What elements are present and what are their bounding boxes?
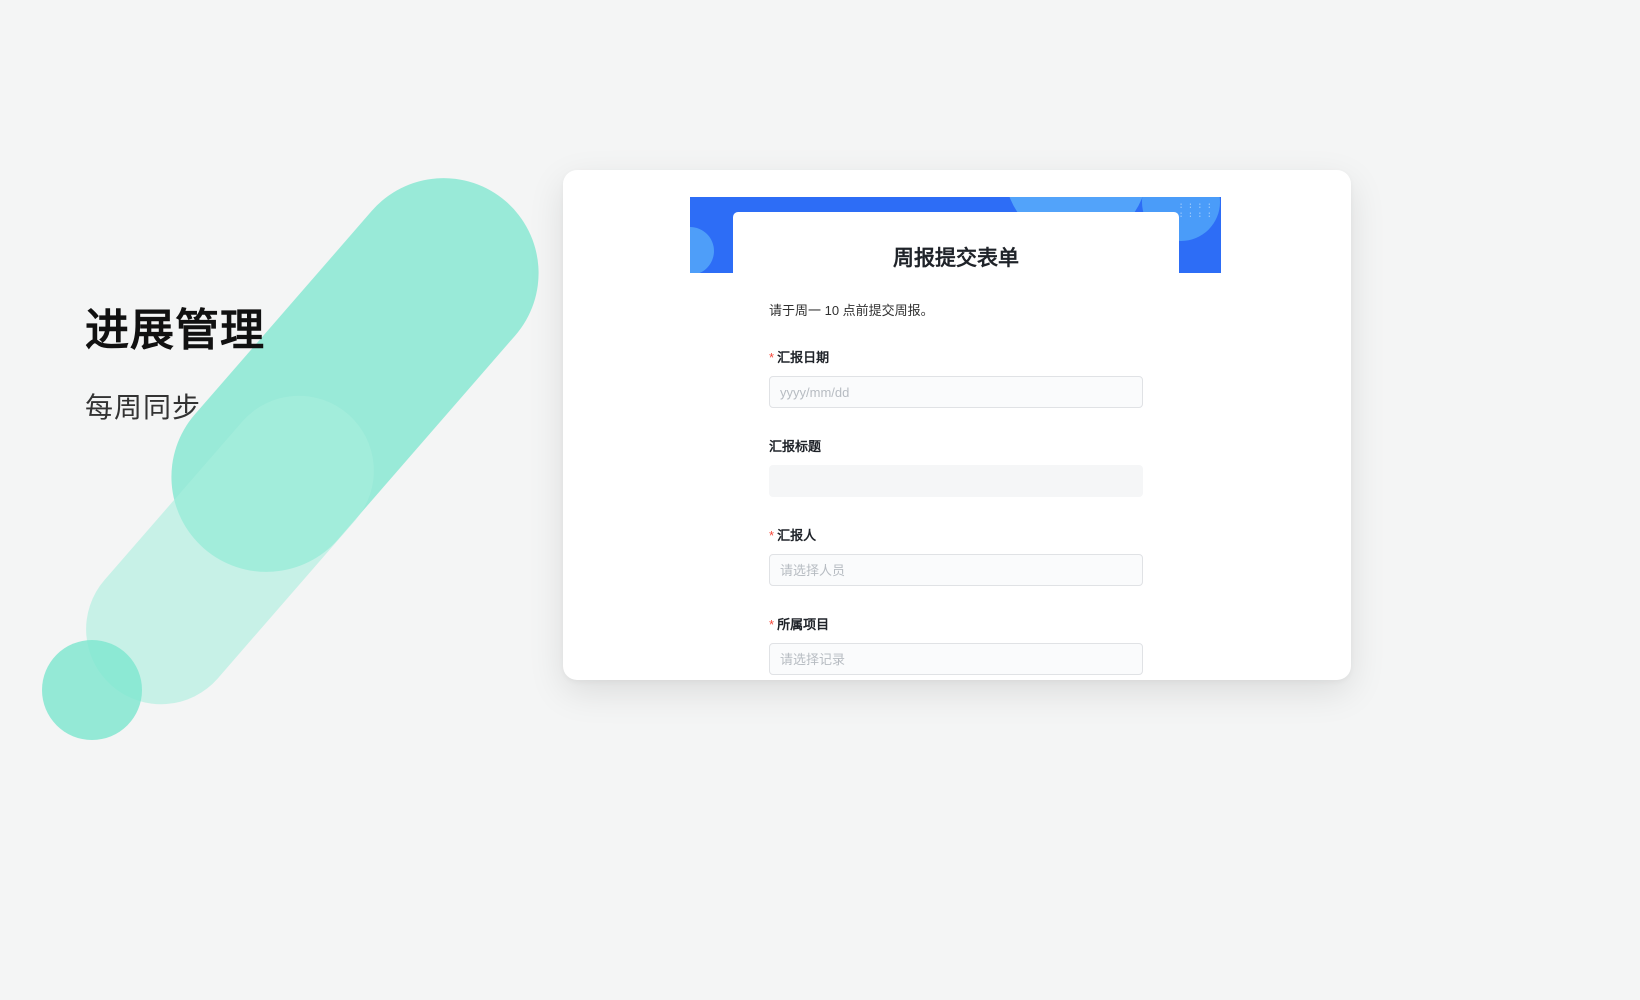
field-label: 汇报日期 xyxy=(769,347,1143,366)
field-label: 汇报人 xyxy=(769,525,1143,544)
banner-dots-icon: :::::::: xyxy=(1178,202,1216,220)
form-intro-text: 请于周一 10 点前提交周报。 xyxy=(769,300,1143,319)
form-card: :::::::: 周报提交表单 请于周一 10 点前提交周报。 汇报日期 汇报标… xyxy=(563,170,1351,680)
field-report-title: 汇报标题 xyxy=(769,436,1143,497)
form-panel: 周报提交表单 请于周一 10 点前提交周报。 汇报日期 汇报标题 汇报人 所属项… xyxy=(733,212,1179,680)
report-title-input[interactable] xyxy=(769,465,1143,497)
banner-bubble-icon xyxy=(690,227,714,273)
decorative-circle xyxy=(42,640,142,740)
project-select[interactable] xyxy=(769,643,1143,675)
report-date-input[interactable] xyxy=(769,376,1143,408)
hero-title: 进展管理 xyxy=(85,294,265,358)
field-report-date: 汇报日期 xyxy=(769,347,1143,408)
field-project: 所属项目 xyxy=(769,614,1143,675)
form-title: 周报提交表单 xyxy=(733,242,1179,272)
reporter-select[interactable] xyxy=(769,554,1143,586)
hero-subtitle: 每周同步 xyxy=(85,386,201,426)
field-label: 所属项目 xyxy=(769,614,1143,633)
field-label: 汇报标题 xyxy=(769,436,1143,455)
field-reporter: 汇报人 xyxy=(769,525,1143,586)
